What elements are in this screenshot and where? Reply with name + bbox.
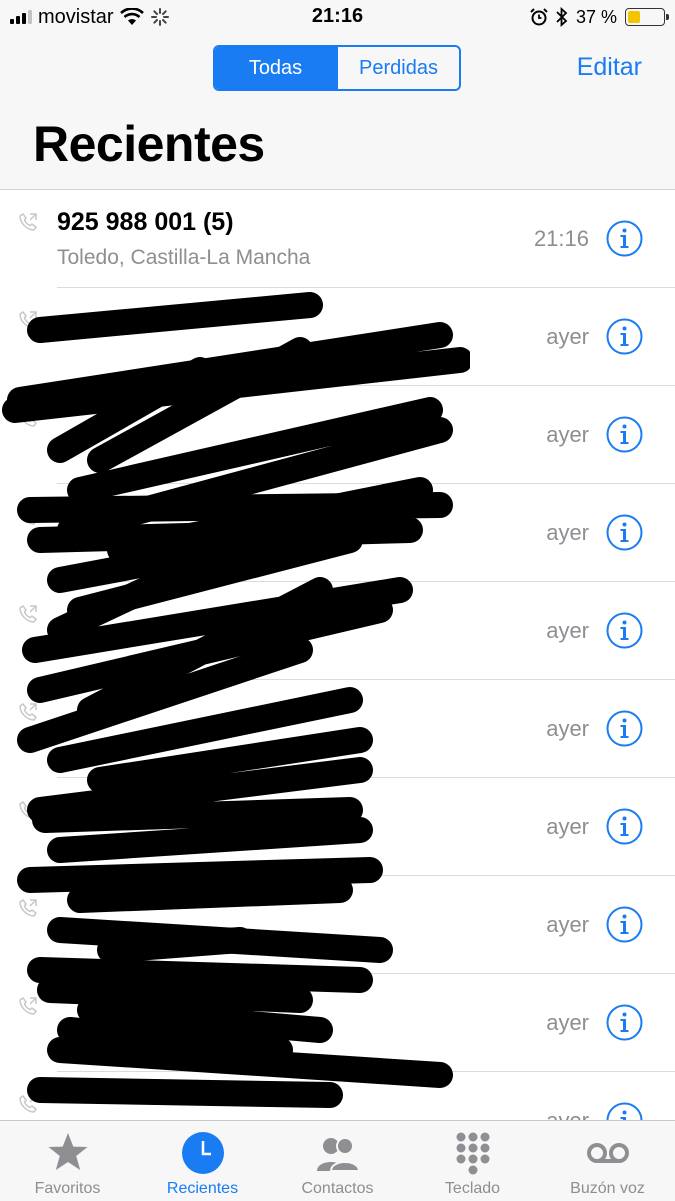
call-row[interactable]: ayer [0, 680, 675, 778]
voicemail-icon [586, 1143, 629, 1163]
call-time: ayer [546, 324, 589, 349]
info-icon[interactable] [606, 710, 643, 747]
call-row[interactable]: ayer [0, 778, 675, 876]
call-row[interactable]: ayer [0, 876, 675, 974]
info-icon[interactable] [606, 612, 643, 649]
tab-contactos[interactable]: Contactos [270, 1121, 405, 1201]
outgoing-call-icon [19, 702, 38, 721]
battery-percent: 37 % [575, 6, 617, 27]
alarm-icon [530, 8, 548, 26]
outgoing-call-icon [19, 506, 38, 525]
clock-icon [181, 1132, 224, 1174]
segment-perdidas[interactable]: Perdidas [336, 47, 459, 89]
caller-name: 925 988 001 (5) [57, 208, 234, 236]
tab-label: Favoritos [34, 1180, 101, 1197]
info-icon[interactable] [606, 1102, 643, 1120]
info-icon[interactable] [606, 416, 643, 453]
edit-button[interactable]: Editar [577, 53, 642, 82]
recent-calls-list: 925 988 001 (5) Toledo, Castilla-La Manc… [0, 190, 675, 1120]
info-icon[interactable] [606, 808, 643, 845]
tab-favoritos[interactable]: Favoritos [0, 1121, 135, 1201]
bluetooth-icon [556, 7, 568, 27]
battery-icon [625, 8, 669, 26]
info-icon[interactable] [606, 906, 643, 943]
info-icon[interactable] [606, 514, 643, 551]
tab-label: Contactos [301, 1180, 374, 1197]
call-time: ayer [546, 912, 589, 937]
outgoing-call-icon [19, 212, 38, 231]
tab-recientes[interactable]: Recientes [135, 1121, 270, 1201]
navigation-header: Todas Perdidas Editar Recientes [0, 36, 675, 190]
call-row[interactable]: ayer [0, 582, 675, 680]
outgoing-call-icon [19, 800, 38, 819]
keypad-icon [456, 1132, 489, 1175]
outgoing-call-icon [19, 310, 38, 329]
status-bar: movistar 21:16 37 % [0, 0, 675, 36]
call-row[interactable]: ayer [0, 386, 675, 484]
info-icon[interactable] [606, 220, 643, 257]
tab-label: Buzón voz [570, 1180, 645, 1197]
star-icon [48, 1133, 87, 1170]
page-title: Recientes [33, 116, 265, 172]
segment-todas[interactable]: Todas [215, 47, 336, 89]
call-time: ayer [546, 814, 589, 839]
outgoing-call-icon [19, 604, 38, 623]
call-time: ayer [546, 1010, 589, 1035]
outgoing-call-icon [19, 996, 38, 1015]
tab-bar: Favoritos Recientes Contactos Teclado Bu… [0, 1120, 675, 1201]
call-row[interactable]: ayer [0, 288, 675, 386]
call-row[interactable]: 925 988 001 (5) Toledo, Castilla-La Manc… [0, 190, 675, 288]
outgoing-call-icon [19, 1094, 38, 1113]
caller-location: Toledo, Castilla-La Mancha [57, 246, 311, 269]
tab-teclado[interactable]: Teclado [405, 1121, 540, 1201]
tab-label: Recientes [166, 1180, 239, 1197]
info-icon[interactable] [606, 1004, 643, 1041]
call-time: ayer [546, 422, 589, 447]
battery-level [628, 11, 641, 23]
call-time: ayer [546, 520, 589, 545]
call-time: ayer [546, 1108, 589, 1120]
call-row[interactable]: ayer [0, 484, 675, 582]
tab-buzon-voz[interactable]: Buzón voz [540, 1121, 675, 1201]
call-row[interactable]: ayer [0, 1072, 675, 1120]
info-icon[interactable] [606, 318, 643, 355]
tab-label: Teclado [444, 1180, 501, 1197]
outgoing-call-icon [19, 898, 38, 917]
call-time: ayer [546, 618, 589, 643]
call-time: 21:16 [533, 226, 589, 251]
call-row[interactable]: ayer [0, 974, 675, 1072]
outgoing-call-icon [19, 408, 38, 427]
contacts-icon [316, 1137, 360, 1172]
call-time: ayer [546, 716, 589, 741]
call-filter-segmented-control: Todas Perdidas [213, 45, 461, 91]
status-right: 37 % [530, 4, 669, 30]
